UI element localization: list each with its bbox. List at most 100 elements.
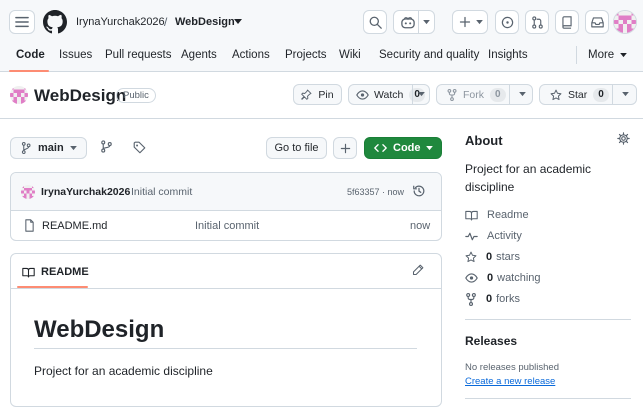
tab-actions[interactable]: Actions (232, 38, 270, 72)
copilot-icon (401, 16, 415, 28)
more-chevron-icon (620, 52, 628, 57)
tags-button[interactable] (133, 141, 149, 157)
readme-body: Project for an academic discipline (34, 364, 213, 378)
copilot-divider (418, 11, 419, 33)
fork-count: 0 (490, 87, 506, 102)
tab-agents[interactable]: Agents (181, 38, 217, 72)
repo-switch-chevron-icon[interactable] (234, 19, 242, 25)
about-activity-link[interactable]: Activity (465, 228, 522, 244)
file-icon (25, 219, 34, 232)
about-description: Project for an academic discipline (465, 162, 592, 194)
inbox-icon (590, 17, 604, 28)
star-count: 0 (593, 87, 609, 102)
file-row-readme[interactable]: README.md Initial commit now (11, 211, 441, 240)
readme-tab-divider (11, 288, 441, 289)
hamburger-icon (15, 16, 29, 28)
visibility-badge: Public (116, 88, 156, 103)
tab-projects[interactable]: Projects (285, 38, 327, 72)
star-icon (465, 251, 477, 263)
history-button[interactable] (412, 184, 428, 200)
readme-heading: WebDesign (34, 316, 165, 343)
tab-more[interactable]: More (588, 38, 628, 72)
tab-code-underline (9, 70, 49, 72)
book-icon (465, 210, 478, 220)
repositories-button[interactable] (555, 10, 579, 34)
repo-forked-icon (447, 88, 457, 101)
repo-link[interactable]: WebDesign (175, 16, 235, 28)
tab-wiki[interactable]: Wiki (339, 38, 361, 72)
edit-readme-button[interactable] (412, 264, 426, 278)
star-icon (550, 89, 562, 100)
code-button[interactable]: Code (364, 137, 442, 159)
copilot-chevron-icon[interactable] (423, 20, 430, 25)
issues-button[interactable] (495, 10, 519, 34)
watch-button[interactable]: Watch 0 (348, 84, 430, 105)
readme-tab[interactable]: README (22, 264, 89, 280)
about-forks-link[interactable]: 0 forks (465, 291, 520, 307)
about-settings-button[interactable] (617, 132, 631, 146)
history-icon (413, 185, 425, 197)
commit-hash-time[interactable]: 5f63357 · now (347, 187, 404, 197)
pin-button[interactable]: Pin (293, 84, 342, 105)
create-chevron-icon (476, 20, 483, 25)
tag-icon (133, 141, 146, 154)
tab-pull-requests[interactable]: Pull requests (105, 38, 171, 72)
commit-message[interactable]: Initial commit (131, 186, 192, 198)
owner-link[interactable]: IrynaYurchak2026 (76, 16, 165, 28)
user-avatar[interactable] (613, 10, 637, 34)
pull-requests-button[interactable] (525, 10, 549, 34)
book-icon (22, 267, 35, 277)
tab-insights[interactable]: Insights (488, 38, 528, 72)
branches-button[interactable] (100, 140, 116, 156)
identicon-icon (614, 11, 636, 33)
about-readme-link[interactable]: Readme (465, 207, 529, 223)
tab-issues[interactable]: Issues (59, 38, 92, 72)
commit-identicon-icon (21, 185, 35, 199)
menu-button[interactable] (9, 10, 35, 34)
star-divider (612, 85, 613, 104)
plus-icon (459, 16, 471, 28)
copilot-button[interactable] (393, 10, 435, 34)
eye-icon (356, 89, 369, 100)
sidebar-divider-bottom (465, 398, 631, 399)
watch-divider (412, 85, 413, 104)
file-commit-time: now (410, 220, 431, 232)
about-title: About (465, 133, 503, 148)
branch-chevron-icon (70, 146, 77, 151)
pin-icon (301, 89, 312, 100)
commit-author-avatar[interactable] (21, 185, 35, 199)
repo-title[interactable]: WebDesign (34, 86, 126, 106)
code-icon (374, 144, 387, 152)
about-watching-link[interactable]: 0 watching (465, 270, 541, 286)
readme-heading-rule (34, 348, 417, 349)
tabs-divider (576, 46, 577, 64)
branch-selector[interactable]: main (10, 137, 87, 159)
repo-forked-icon (466, 292, 476, 306)
file-name[interactable]: README.md (42, 220, 107, 232)
code-chevron-icon (426, 146, 433, 151)
add-file-button[interactable] (333, 137, 357, 159)
gear-icon (617, 132, 630, 145)
github-logo-icon[interactable] (43, 10, 67, 34)
repo-avatar (10, 86, 28, 104)
tab-code[interactable]: Code (16, 38, 45, 72)
fork-chevron-icon (519, 92, 526, 97)
git-pull-request-icon (531, 15, 543, 29)
go-to-file-button[interactable]: Go to file (266, 137, 327, 159)
fork-button[interactable]: Fork 0 (436, 84, 533, 105)
commit-author[interactable]: IrynaYurchak2026 (41, 186, 130, 198)
releases-title[interactable]: Releases (465, 334, 517, 348)
pencil-icon (412, 264, 424, 276)
eye-icon (465, 273, 478, 283)
inbox-button[interactable] (585, 10, 609, 34)
about-stars-link[interactable]: 0 stars (465, 249, 520, 265)
file-commit-message[interactable]: Initial commit (195, 220, 259, 232)
search-button[interactable] (363, 10, 387, 34)
repo-icon (562, 15, 572, 29)
create-new-button[interactable] (452, 10, 488, 34)
no-releases-text: No releases published (465, 362, 560, 373)
tab-security-and-quality[interactable]: Security and quality (379, 38, 479, 72)
path-separator: / (164, 15, 168, 29)
create-release-link[interactable]: Create a new release (465, 376, 555, 387)
star-button[interactable]: Star 0 (539, 84, 637, 105)
